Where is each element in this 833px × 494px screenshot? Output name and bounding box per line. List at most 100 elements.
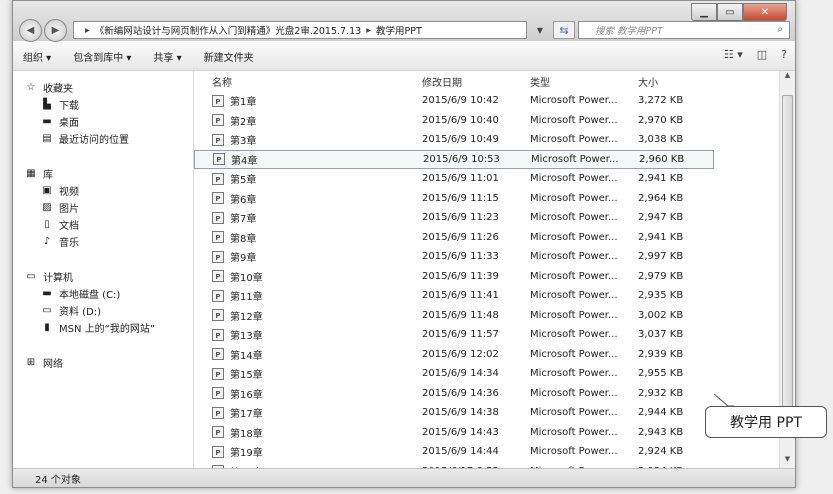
refresh-button[interactable]: ⇆: [553, 21, 575, 39]
organize-button[interactable]: 组织 ▾: [23, 49, 51, 64]
file-row[interactable]: P 第15章 2015/6/9 14:34 Microsoft Power... 2,9…: [194, 364, 779, 384]
scroll-down-icon[interactable]: ▼: [780, 455, 795, 469]
address-dropdown-icon[interactable]: ▼: [533, 21, 547, 39]
file-date: 2015/6/9 11:57: [422, 329, 499, 341]
include-in-library-button[interactable]: 包含到库中 ▾: [73, 49, 131, 64]
nav-item-documents[interactable]: ▯ 文档: [13, 216, 193, 233]
powerpoint-file-icon: P: [212, 406, 224, 419]
file-name: 第2章: [230, 116, 257, 128]
help-icon[interactable]: ?: [781, 48, 787, 61]
nav-item-music[interactable]: ♪ 音乐: [13, 233, 193, 250]
preview-pane-icon[interactable]: ◫: [757, 48, 767, 61]
file-name: 第17章: [230, 409, 263, 421]
picture-library-icon: ▨: [42, 202, 52, 213]
file-type: Microsoft Power...: [530, 173, 618, 185]
file-row[interactable]: P 第14章 2015/6/9 12:02 Microsoft Power... 2,9…: [194, 345, 779, 365]
share-button[interactable]: 共享 ▾: [153, 49, 181, 64]
nav-item-desktop[interactable]: ▬ 桌面: [13, 113, 193, 130]
file-date: 2015/6/9 14:44: [422, 446, 499, 458]
close-button[interactable]: ✕: [743, 3, 787, 21]
powerpoint-file-icon: P: [212, 426, 224, 439]
file-type: Microsoft Power...: [530, 368, 618, 380]
file-row[interactable]: P 第6章 2015/6/9 11:15 Microsoft Power... 2,96…: [194, 189, 779, 209]
change-view-icon[interactable]: ☷ ▾: [724, 48, 743, 61]
file-row[interactable]: P 第13章 2015/6/9 11:57 Microsoft Power... 3,0…: [194, 325, 779, 345]
computer-group: ▭ 计算机 ▬ 本地磁盘 (C:) ▭ 资料 (D:) ▮ MSN 上的“我的网站”: [13, 268, 193, 336]
minimize-button[interactable]: ▁: [691, 3, 717, 21]
nav-item-pictures[interactable]: ▨ 图片: [13, 199, 193, 216]
file-name: 第9章: [230, 253, 257, 265]
file-name: 第11章: [230, 292, 263, 304]
powerpoint-file-icon: P: [212, 133, 224, 146]
file-size: 2,939 KB: [638, 348, 684, 360]
nav-item-recent-places[interactable]: ▤ 最近访问的位置: [13, 130, 193, 147]
explorer-window: ▁ ▭ ✕ ◀ ▶ ▸ 《新编网站设计与网页制作从入门到精通》光盘2审.2015…: [12, 0, 796, 488]
column-header-size[interactable]: 大小: [638, 74, 708, 89]
powerpoint-file-icon: P: [212, 172, 224, 185]
nav-item-local-disk-c[interactable]: ▬ 本地磁盘 (C:): [13, 285, 193, 302]
file-type: Microsoft Power...: [530, 251, 618, 263]
file-date: 2015/6/9 11:15: [422, 192, 499, 204]
file-row[interactable]: P 第11章 2015/6/9 11:41 Microsoft Power... 2,9…: [194, 286, 779, 306]
breadcrumb-segment[interactable]: 《新编网站设计与网页制作从入门到精通》光盘2审.2015.7.13: [95, 23, 361, 37]
address-bar[interactable]: ▸ 《新编网站设计与网页制作从入门到精通》光盘2审.2015.7.13 ▸ 教学…: [73, 21, 527, 39]
document-library-icon: ▯: [44, 219, 50, 230]
file-date: 2015/6/9 11:33: [422, 251, 499, 263]
file-row[interactable]: P 第16章 2015/6/9 14:36 Microsoft Power... 2,9…: [194, 384, 779, 404]
breadcrumb-segment-current[interactable]: 教学用PPT: [376, 23, 422, 37]
file-name: 第7章: [230, 214, 257, 226]
file-date: 2015/6/9 12:02: [422, 348, 499, 360]
file-row[interactable]: P 第19章 2015/6/9 14:44 Microsoft Power... 2,9…: [194, 442, 779, 462]
file-size: 3,037 KB: [638, 329, 684, 341]
file-size: 2,941 KB: [638, 231, 684, 243]
video-library-icon: ▣: [42, 185, 52, 196]
nav-computer[interactable]: ▭ 计算机: [13, 268, 193, 285]
file-row[interactable]: P 第10章 2015/6/9 11:39 Microsoft Power... 2,9…: [194, 267, 779, 287]
file-row[interactable]: P 第5章 2015/6/9 11:01 Microsoft Power... 2,94…: [194, 169, 779, 189]
column-header-row: 名称 修改日期 类型 大小: [194, 71, 779, 91]
file-row[interactable]: P 第9章 2015/6/9 11:33 Microsoft Power... 2,99…: [194, 247, 779, 267]
column-header-type[interactable]: 类型: [530, 74, 638, 89]
file-date: 2015/6/9 10:40: [422, 114, 499, 126]
nav-libraries[interactable]: ▦ 库: [13, 165, 193, 182]
maximize-button[interactable]: ▭: [717, 3, 743, 21]
file-name: 第14章: [230, 350, 263, 362]
new-folder-button[interactable]: 新建文件夹: [204, 49, 254, 64]
local-disk-icon: ▬: [42, 288, 52, 299]
search-input[interactable]: 搜索 教学用PPT ⌕: [578, 21, 790, 39]
column-header-date[interactable]: 修改日期: [422, 74, 530, 89]
column-header-name[interactable]: 名称: [194, 74, 422, 89]
nav-network[interactable]: ⊞ 网络: [13, 354, 193, 371]
nav-item-downloads[interactable]: ▙ 下载: [13, 96, 193, 113]
nav-item-msn-site[interactable]: ▮ MSN 上的“我的网站”: [13, 319, 193, 336]
file-row[interactable]: P 第7章 2015/6/9 11:23 Microsoft Power... 2,94…: [194, 208, 779, 228]
back-button[interactable]: ◀: [19, 19, 42, 42]
file-size: 2,947 KB: [638, 212, 684, 224]
nav-item-drive-d[interactable]: ▭ 资料 (D:): [13, 302, 193, 319]
nav-item-videos[interactable]: ▣ 视频: [13, 182, 193, 199]
file-type: Microsoft Power...: [530, 426, 618, 438]
file-name: 第10章: [230, 272, 263, 284]
forward-button[interactable]: ▶: [44, 19, 67, 42]
file-row[interactable]: P 第8章 2015/6/9 11:26 Microsoft Power... 2,94…: [194, 228, 779, 248]
file-row[interactable]: P 第2章 2015/6/9 10:40 Microsoft Power... 2,97…: [194, 111, 779, 131]
file-size: 3,002 KB: [638, 309, 684, 321]
file-row[interactable]: P 第12章 2015/6/9 11:48 Microsoft Power... 3,0…: [194, 306, 779, 326]
file-row[interactable]: P 第17章 2015/6/9 14:38 Microsoft Power... 2,9…: [194, 403, 779, 423]
file-name: 第6章: [230, 194, 257, 206]
file-row[interactable]: P 第3章 2015/6/9 10:49 Microsoft Power... 3,03…: [194, 130, 779, 150]
file-row[interactable]: P 第4章 2015/6/9 10:53 Microsoft Power... 2,96…: [194, 149, 714, 169]
file-row[interactable]: P 第18章 2015/6/9 14:43 Microsoft Power... 2,9…: [194, 423, 779, 443]
file-name: 第8章: [230, 233, 257, 245]
file-size: 2,970 KB: [638, 114, 684, 126]
file-size: 2,932 KB: [638, 387, 684, 399]
file-row[interactable]: P 第1章 2015/6/9 10:42 Microsoft Power... 3,27…: [194, 91, 779, 111]
callout-text: 教学用 PPT: [730, 415, 802, 431]
network-site-icon: ▮: [44, 322, 50, 333]
scroll-up-icon[interactable]: ▲: [780, 71, 795, 85]
search-icon[interactable]: ⌕: [777, 24, 783, 35]
scroll-thumb[interactable]: [782, 95, 793, 417]
nav-favorites[interactable]: ☆ 收藏夹: [13, 79, 193, 96]
powerpoint-file-icon: P: [212, 94, 224, 107]
file-name: 第18章: [230, 428, 263, 440]
